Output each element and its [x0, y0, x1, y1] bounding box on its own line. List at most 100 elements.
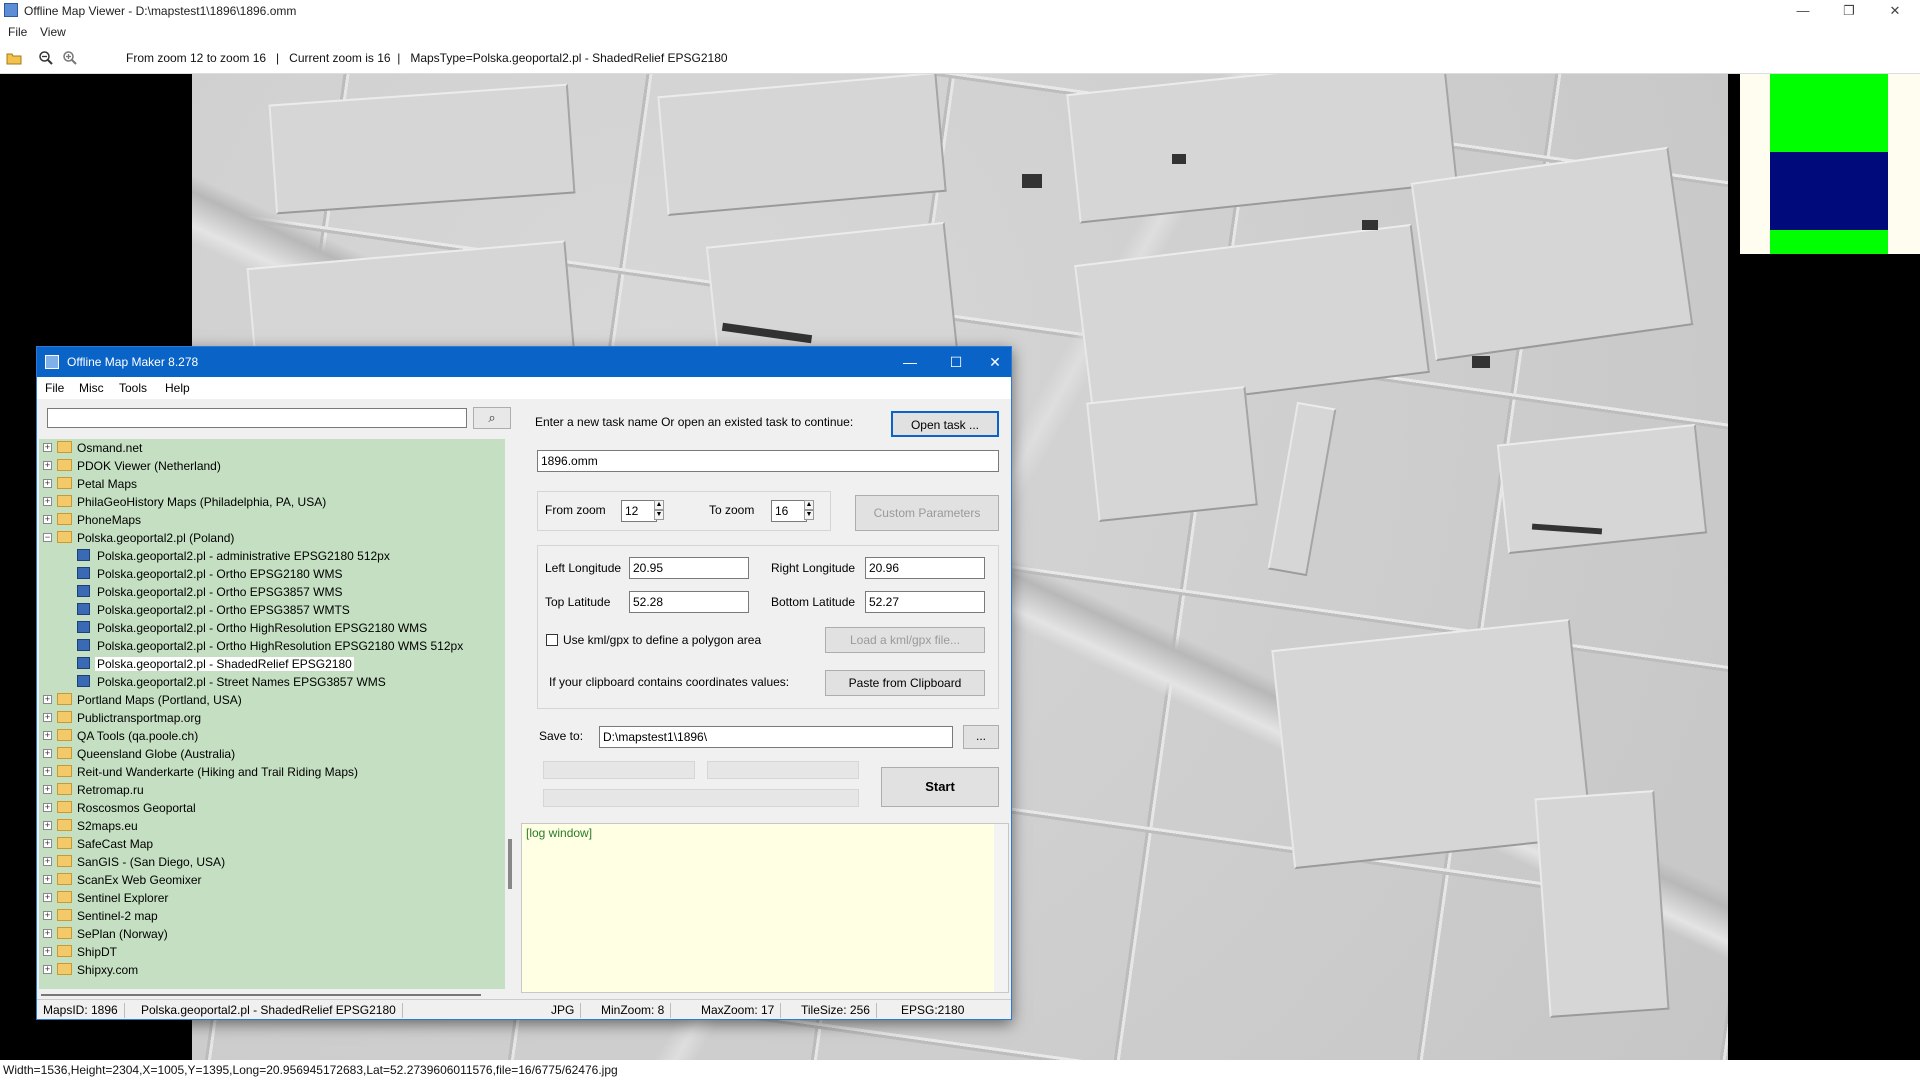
tree-item-label: Portland Maps (Portland, USA): [77, 693, 242, 707]
folder-icon: [57, 837, 72, 849]
folder-icon: [57, 531, 72, 543]
expand-icon[interactable]: +: [43, 695, 52, 704]
browse-button[interactable]: ...: [963, 725, 999, 749]
expand-icon[interactable]: +: [43, 749, 52, 758]
from-zoom-input[interactable]: 12: [621, 500, 657, 522]
folder-icon: [57, 819, 72, 831]
folder-icon: [57, 711, 72, 723]
minimize-button[interactable]: —: [1780, 0, 1826, 22]
expand-icon[interactable]: +: [43, 821, 52, 830]
dialog-maximize-button[interactable]: ☐: [933, 347, 979, 377]
to-zoom-input[interactable]: 16: [771, 500, 807, 522]
right-longitude-label: Right Longitude: [771, 561, 856, 575]
load-kml-button[interactable]: Load a kml/gpx file...: [825, 627, 985, 653]
map-source-tree[interactable]: + Osmand.net + PDOK Viewer (Netherland) + Pet…: [39, 439, 505, 989]
custom-parameters-button[interactable]: Custom Parameters: [855, 495, 999, 531]
expand-icon[interactable]: +: [43, 857, 52, 866]
expand-icon[interactable]: +: [43, 713, 52, 722]
left-longitude-input[interactable]: 20.95: [629, 557, 749, 579]
log-text: [log window]: [526, 826, 593, 840]
tree-item-label: ShipDT: [77, 945, 118, 959]
folder-icon: [57, 891, 72, 903]
folder-icon: [57, 441, 72, 453]
from-zoom-spinner[interactable]: ▲ ▼: [654, 500, 664, 522]
tree-item-label: Reit-und Wanderkarte (Hiking and Trail R…: [77, 765, 359, 779]
dialog-statusbar: MapsID: 1896 Polska.geoportal2.pl - Shad…: [37, 999, 1011, 1019]
folder-icon: [57, 927, 72, 939]
paste-from-clipboard-button[interactable]: Paste from Clipboard: [825, 670, 985, 696]
expand-icon[interactable]: +: [43, 875, 52, 884]
expand-icon[interactable]: +: [43, 731, 52, 740]
zoom-out-icon[interactable]: [38, 50, 54, 66]
tree-vertical-scrollbar[interactable]: [505, 439, 517, 989]
folder-icon: [57, 873, 72, 885]
dialog-minimize-button[interactable]: —: [887, 347, 933, 377]
tree-item-label: Polska.geoportal2.pl - ShadedRelief EPSG…: [95, 657, 354, 671]
expand-icon[interactable]: +: [43, 497, 52, 506]
kml-label: Use kml/gpx to define a polygon area: [563, 633, 762, 647]
status-maps-id: MapsID: 1896: [43, 1003, 125, 1018]
status-tile-size: TileSize: 256: [801, 1003, 877, 1018]
map-layer-icon: [77, 549, 90, 561]
folder-icon: [57, 729, 72, 741]
dialog-menu-file[interactable]: File: [45, 381, 64, 395]
task-name-input[interactable]: 1896.omm: [537, 450, 999, 472]
dialog-menu-misc[interactable]: Misc: [79, 381, 104, 395]
map-search-input[interactable]: [47, 408, 467, 428]
log-window[interactable]: [log window]: [521, 823, 1009, 993]
menu-view[interactable]: View: [40, 25, 66, 39]
search-button[interactable]: ⌕: [473, 407, 511, 429]
expand-icon[interactable]: +: [43, 803, 52, 812]
right-longitude-input[interactable]: 20.96: [865, 557, 985, 579]
folder-icon: [57, 783, 72, 795]
expand-icon[interactable]: +: [43, 839, 52, 848]
map-layer-icon: [77, 657, 90, 669]
expand-icon[interactable]: +: [43, 443, 52, 452]
folder-icon: [57, 963, 72, 975]
tree-item-label: Shipxy.com: [77, 963, 139, 977]
expand-icon[interactable]: +: [43, 461, 52, 470]
collapse-icon[interactable]: −: [43, 533, 52, 542]
bottom-latitude-input[interactable]: 52.27: [865, 591, 985, 613]
expand-icon[interactable]: +: [43, 893, 52, 902]
tree-item-label: PDOK Viewer (Netherland): [77, 459, 221, 473]
map-layer-icon: [77, 603, 90, 615]
tree-item-label: Polska.geoportal2.pl (Poland): [77, 531, 235, 545]
folder-icon: [57, 765, 72, 777]
expand-icon[interactable]: +: [43, 767, 52, 776]
kml-checkbox[interactable]: [546, 634, 558, 646]
dialog-close-button[interactable]: ✕: [979, 347, 1011, 377]
dialog-titlebar: Offline Map Maker 8.278 — ☐ ✕: [37, 347, 1011, 377]
expand-icon[interactable]: +: [43, 929, 52, 938]
offline-map-maker-dialog: Offline Map Maker 8.278 — ☐ ✕ File Misc …: [36, 346, 1012, 1020]
viewer-statusbar: Width=1536,Height=2304,X=1005,Y=1395,Lon…: [0, 1060, 1920, 1080]
expand-icon[interactable]: +: [43, 479, 52, 488]
tree-item-label: Sentinel-2 map: [77, 909, 158, 923]
tree-item-label: Polska.geoportal2.pl - Ortho HighResolut…: [97, 639, 464, 653]
save-to-input[interactable]: D:\mapstest1\1896\: [599, 726, 953, 748]
tree-item-label: Osmand.net: [77, 441, 143, 455]
restore-button[interactable]: ❐: [1826, 0, 1872, 22]
open-task-button[interactable]: Open task ...: [891, 411, 999, 437]
tree-item-label: SanGIS - (San Diego, USA): [77, 855, 226, 869]
expand-icon[interactable]: +: [43, 947, 52, 956]
open-folder-icon[interactable]: [6, 50, 22, 66]
dialog-menu-help[interactable]: Help: [165, 381, 190, 395]
expand-icon[interactable]: +: [43, 785, 52, 794]
expand-icon[interactable]: +: [43, 911, 52, 920]
to-zoom-label: To zoom: [709, 503, 755, 517]
menu-file[interactable]: File: [8, 25, 27, 39]
to-zoom-spinner[interactable]: ▲ ▼: [804, 500, 814, 522]
top-latitude-input[interactable]: 52.28: [629, 591, 749, 613]
start-button[interactable]: Start: [881, 767, 999, 807]
close-button[interactable]: ✕: [1872, 0, 1918, 22]
zoom-in-icon[interactable]: [62, 50, 78, 66]
dialog-menu-tools[interactable]: Tools: [119, 381, 147, 395]
dialog-title: Offline Map Maker 8.278: [67, 355, 199, 369]
folder-icon: [57, 855, 72, 867]
expand-icon[interactable]: +: [43, 965, 52, 974]
from-zoom-label: From zoom: [545, 503, 606, 517]
expand-icon[interactable]: +: [43, 515, 52, 524]
log-scrollbar[interactable]: [994, 824, 1008, 992]
dialog-app-icon: [45, 355, 59, 369]
